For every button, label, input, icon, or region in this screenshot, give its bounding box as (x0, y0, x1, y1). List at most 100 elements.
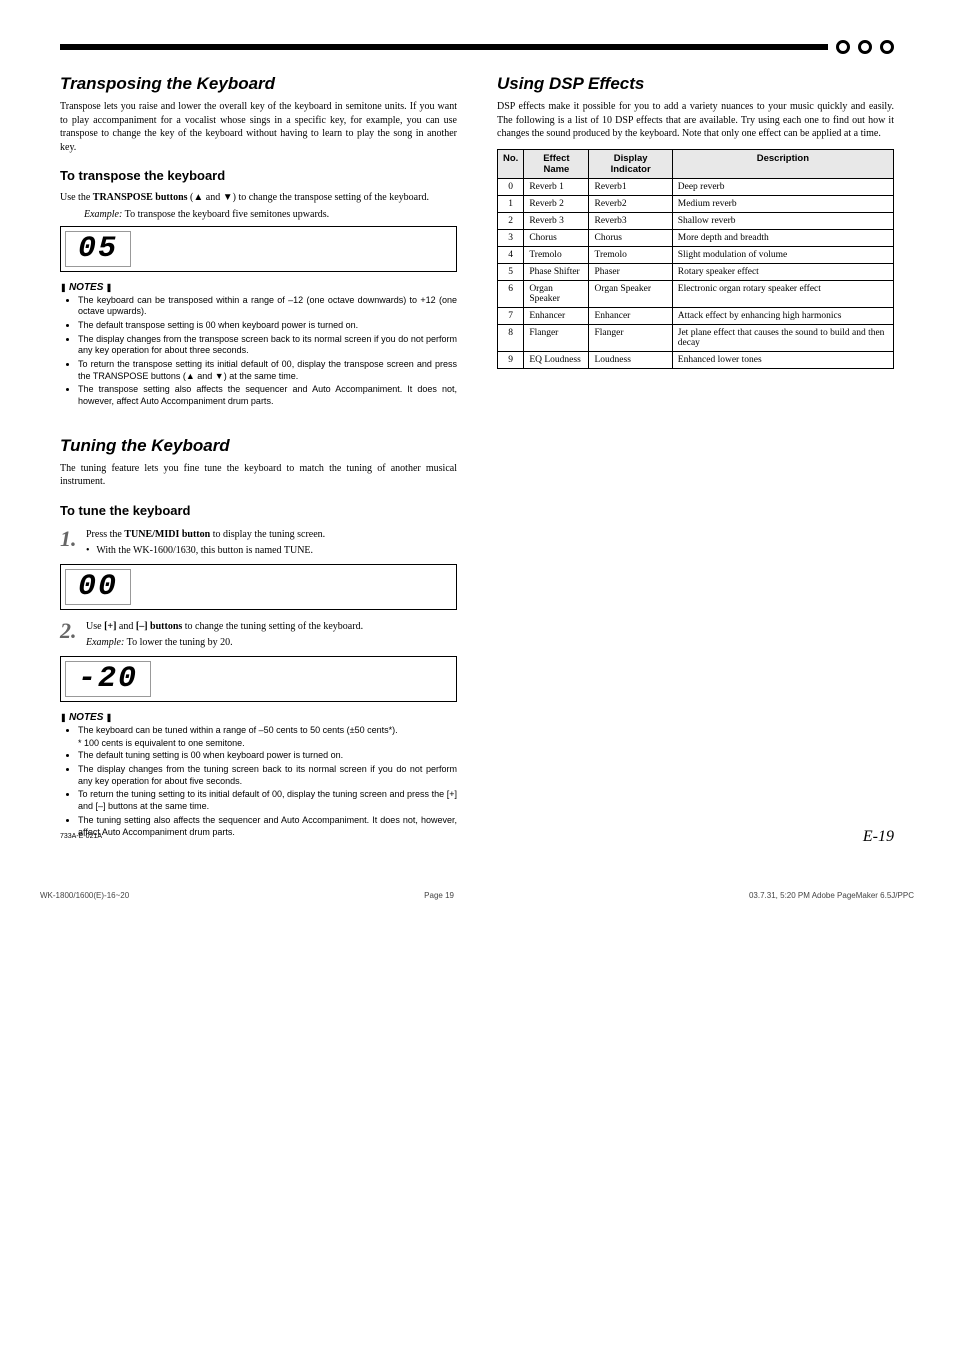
cell-description: Electronic organ rotary speaker effect (672, 280, 893, 307)
table-row: 1Reverb 2Reverb2Medium reverb (498, 195, 894, 212)
transpose-subhead: To transpose the keyboard (60, 168, 457, 183)
cell-display-indicator: Chorus (589, 229, 672, 246)
cell-display-indicator: Enhancer (589, 307, 672, 324)
seven-seg-value: -20 (78, 662, 138, 696)
step1-sub: • With the WK-1600/1630, this button is … (86, 544, 457, 558)
notes-list-1: The keyboard can be transposed within a … (60, 295, 457, 408)
step2-example: Example: To lower the tuning by 20. (86, 636, 457, 650)
cell-effect-name: Phase Shifter (524, 263, 589, 280)
footer-code: 733A-E-021A (60, 833, 102, 840)
display-inner: 00 (65, 569, 131, 605)
right-column: Using DSP Effects DSP effects make it po… (497, 74, 894, 866)
cell-no: 0 (498, 178, 524, 195)
cell-display-indicator: Flanger (589, 324, 672, 351)
dsp-table: No. Effect Name Display Indicator Descri… (497, 149, 894, 369)
cell-no: 6 (498, 280, 524, 307)
seven-seg-value: 05 (78, 232, 118, 266)
cell-no: 9 (498, 351, 524, 368)
table-row: 4TremoloTremoloSlight modulation of volu… (498, 246, 894, 263)
left-column: Transposing the Keyboard Transpose lets … (60, 74, 457, 866)
display-box-00: 00 (60, 564, 457, 610)
note-item: The display changes from the transpose s… (78, 334, 457, 357)
table-row: 0Reverb 1Reverb1Deep reverb (498, 178, 894, 195)
note-item: To return the tuning setting to its init… (78, 789, 457, 812)
notes-heading-1: NOTES (60, 282, 457, 293)
cell-display-indicator: Reverb2 (589, 195, 672, 212)
note-item: The transpose setting also affects the s… (78, 384, 457, 407)
cell-no: 4 (498, 246, 524, 263)
col-display-indicator: Display Indicator (589, 149, 672, 178)
col-description: Description (672, 149, 893, 178)
cell-effect-name: Reverb 1 (524, 178, 589, 195)
header-circle-3 (880, 40, 894, 54)
tuning-intro: The tuning feature lets you fine tune th… (60, 462, 457, 489)
cell-display-indicator: Phaser (589, 263, 672, 280)
cell-no: 5 (498, 263, 524, 280)
section-title-tuning: Tuning the Keyboard (60, 436, 457, 456)
table-row: 3ChorusChorusMore depth and breadth (498, 229, 894, 246)
note-item: To return the transpose setting its init… (78, 359, 457, 382)
print-page: Page 19 (424, 891, 454, 900)
cell-display-indicator: Tremolo (589, 246, 672, 263)
cell-effect-name: Organ Speaker (524, 280, 589, 307)
table-row: 6Organ SpeakerOrgan SpeakerElectronic or… (498, 280, 894, 307)
step1-sub-text: With the WK-1600/1630, this button is na… (96, 545, 313, 556)
cell-description: Rotary speaker effect (672, 263, 893, 280)
seven-seg-value: 00 (78, 570, 118, 604)
display-inner: -20 (65, 661, 151, 697)
table-row: 9EQ LoudnessLoudnessEnhanced lower tones (498, 351, 894, 368)
display-box-neg20: -20 (60, 656, 457, 702)
example-label: Example: (84, 209, 122, 220)
cell-description: Enhanced lower tones (672, 351, 893, 368)
note-item: The default tuning setting is 00 when ke… (78, 750, 457, 762)
cell-description: Shallow reverb (672, 212, 893, 229)
cell-effect-name: Reverb 2 (524, 195, 589, 212)
note-item: The keyboard can be tuned within a range… (78, 725, 457, 737)
transpose-use-line: Use the TRANSPOSE buttons (▲ and ▼) to c… (60, 191, 457, 205)
step2-text: Use [+] and [–] buttons to change the tu… (86, 621, 363, 632)
print-file: WK-1800/1600(E)-16~20 (40, 891, 129, 900)
notes-heading-2: NOTES (60, 712, 457, 723)
cell-effect-name: Flanger (524, 324, 589, 351)
transpose-intro: Transpose lets you raise and lower the o… (60, 100, 457, 154)
table-row: 2Reverb 3Reverb3Shallow reverb (498, 212, 894, 229)
table-row: 8FlangerFlangerJet plane effect that cau… (498, 324, 894, 351)
print-slug: WK-1800/1600(E)-16~20 Page 19 03.7.31, 5… (0, 891, 954, 900)
cell-no: 7 (498, 307, 524, 324)
cell-description: More depth and breadth (672, 229, 893, 246)
cell-description: Slight modulation of volume (672, 246, 893, 263)
cell-effect-name: Tremolo (524, 246, 589, 263)
section-title-transpose: Transposing the Keyboard (60, 74, 457, 94)
step1-text: Press the TUNE/MIDI button to display th… (86, 529, 325, 540)
cell-display-indicator: Reverb1 (589, 178, 672, 195)
header-circle-2 (858, 40, 872, 54)
step-num-1: 1. (60, 528, 80, 558)
cell-no: 1 (498, 195, 524, 212)
step-num-2: 2. (60, 620, 80, 650)
header-circle-1 (836, 40, 850, 54)
transpose-example: Example: To transpose the keyboard five … (84, 209, 457, 220)
cell-no: 3 (498, 229, 524, 246)
print-meta: 03.7.31, 5:20 PM Adobe PageMaker 6.5J/PP… (749, 891, 914, 900)
cell-description: Attack effect by enhancing high harmonic… (672, 307, 893, 324)
header-rule-left (60, 44, 828, 50)
note-item: The display changes from the tuning scre… (78, 764, 457, 787)
example-text: To lower the tuning by 20. (127, 637, 233, 648)
note-item: The keyboard can be transposed within a … (78, 295, 457, 318)
display-inner: 05 (65, 231, 131, 267)
header-rule (60, 40, 894, 54)
table-row: 5Phase ShifterPhaserRotary speaker effec… (498, 263, 894, 280)
example-text: To transpose the keyboard five semitones… (125, 209, 330, 220)
col-effect-name: Effect Name (524, 149, 589, 178)
cell-effect-name: EQ Loudness (524, 351, 589, 368)
example-label: Example: (86, 637, 124, 648)
cell-description: Deep reverb (672, 178, 893, 195)
col-no: No. (498, 149, 524, 178)
cell-effect-name: Reverb 3 (524, 212, 589, 229)
step-2: 2. Use [+] and [–] buttons to change the… (60, 620, 457, 650)
cell-display-indicator: Organ Speaker (589, 280, 672, 307)
display-box-05: 05 (60, 226, 457, 272)
cell-description: Jet plane effect that causes the sound t… (672, 324, 893, 351)
notes-list-2b: The default tuning setting is 00 when ke… (60, 750, 457, 838)
cell-display-indicator: Loudness (589, 351, 672, 368)
